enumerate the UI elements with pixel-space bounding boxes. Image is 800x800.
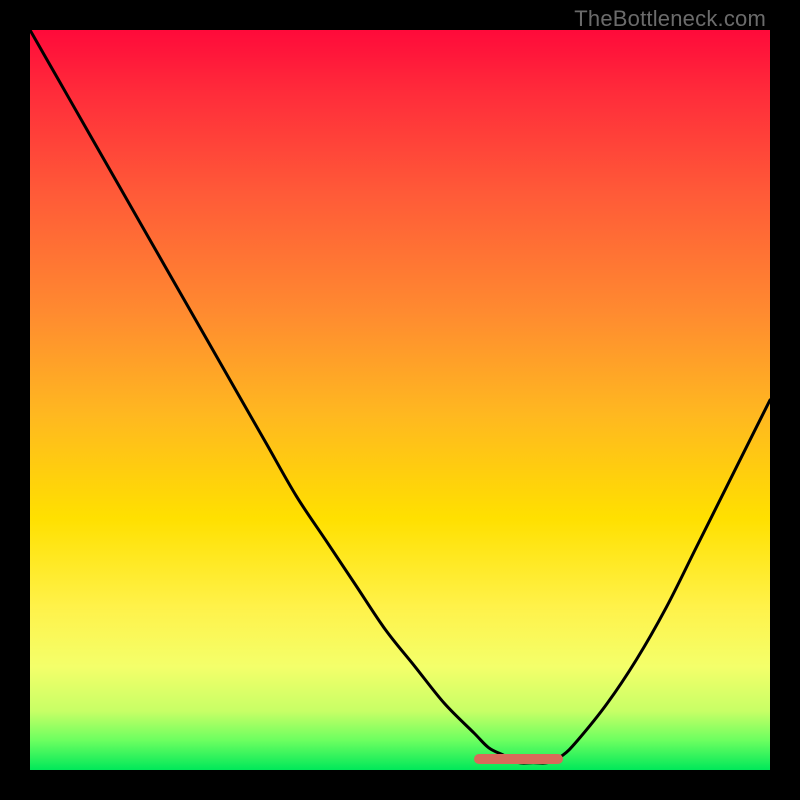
sweet-spot-marker [474, 754, 563, 764]
plot-area [30, 30, 770, 770]
chart-frame: TheBottleneck.com [0, 0, 800, 800]
watermark-text: TheBottleneck.com [574, 6, 766, 32]
bottleneck-curve [30, 30, 770, 770]
